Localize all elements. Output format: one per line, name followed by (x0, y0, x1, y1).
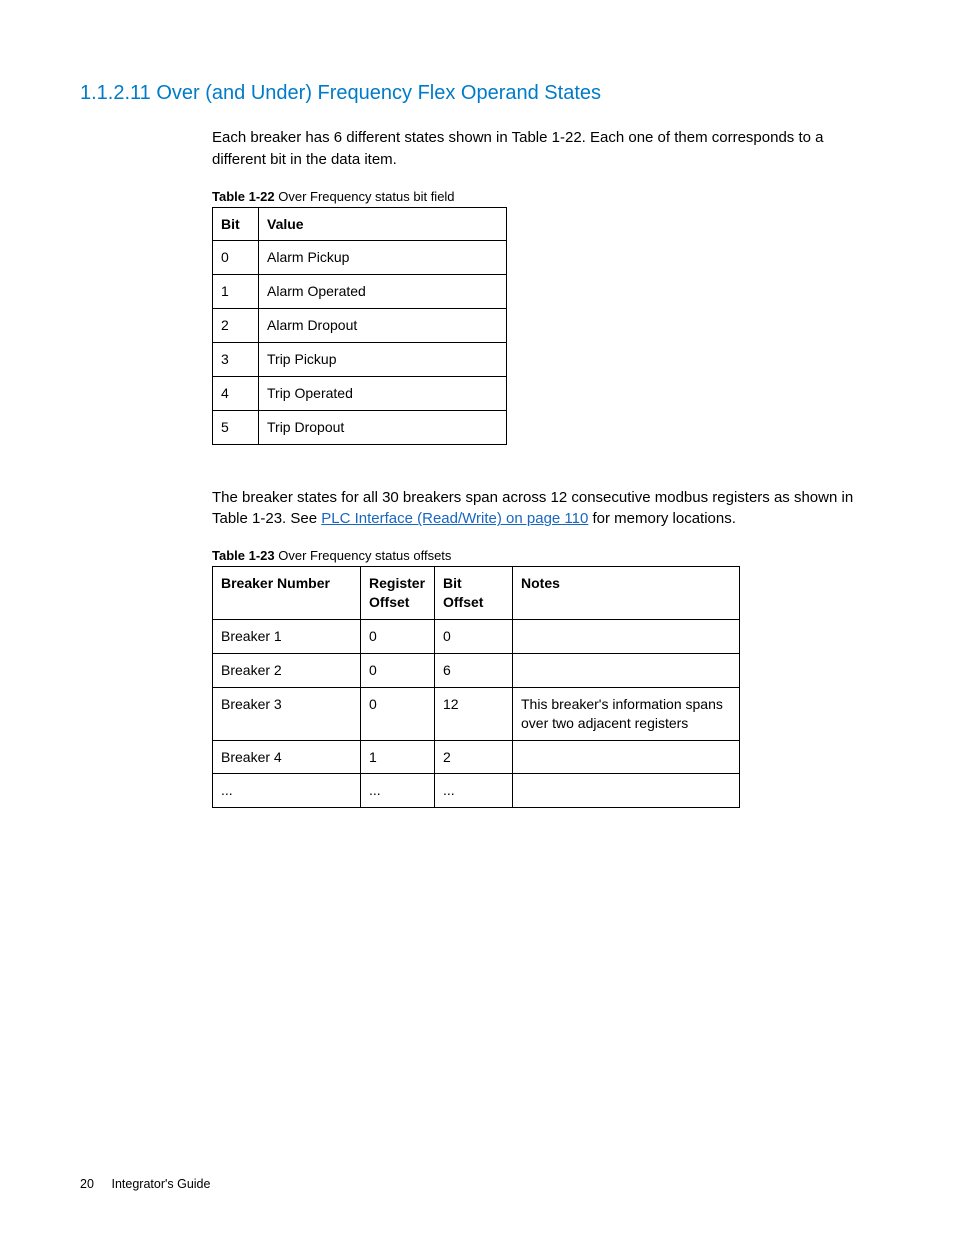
table-cell: 6 (435, 653, 513, 687)
table-row: Breaker 412 (213, 740, 740, 774)
table-row: Breaker 206 (213, 653, 740, 687)
table-cell: ... (213, 774, 361, 808)
footer-label: Integrator's Guide (111, 1177, 210, 1191)
table-22-caption-label: Table 1-22 (212, 189, 275, 204)
table-cell: 0 (213, 241, 259, 275)
table-cell: Alarm Dropout (259, 309, 507, 343)
table-cell: 0 (361, 620, 435, 654)
page-number: 20 (80, 1177, 108, 1191)
paragraph-text: for memory locations. (588, 510, 736, 527)
table-22-caption: Table 1-22 Over Frequency status bit fie… (212, 189, 874, 204)
table-cell: 2 (435, 740, 513, 774)
table-cell: Breaker 3 (213, 687, 361, 740)
table-cell: Alarm Pickup (259, 241, 507, 275)
table-cell: Breaker 4 (213, 740, 361, 774)
table-row: Breaker Number Register Offset Bit Offse… (213, 567, 740, 620)
table-row: Breaker 3012This breaker's information s… (213, 687, 740, 740)
table-cell: 3 (213, 343, 259, 377)
table-cell (513, 774, 740, 808)
table-row: 2Alarm Dropout (213, 309, 507, 343)
table-cell: ... (361, 774, 435, 808)
table-header: Register Offset (361, 567, 435, 620)
section-heading: 1.1.2.11 Over (and Under) Frequency Flex… (80, 82, 874, 105)
plc-interface-link[interactable]: PLC Interface (Read/Write) on page 110 (321, 510, 588, 527)
page-footer: 20 Integrator's Guide (80, 1177, 210, 1191)
table-cell: 5 (213, 410, 259, 444)
table-cell: ... (435, 774, 513, 808)
table-row: 3Trip Pickup (213, 343, 507, 377)
table-row: 0Alarm Pickup (213, 241, 507, 275)
table-row: Bit Value (213, 207, 507, 241)
table-23: Breaker Number Register Offset Bit Offse… (212, 566, 740, 808)
table-cell: 1 (361, 740, 435, 774)
table-cell: Trip Dropout (259, 410, 507, 444)
table-cell: Trip Operated (259, 376, 507, 410)
paragraph-registers: The breaker states for all 30 breakers s… (212, 487, 874, 531)
table-row: 5Trip Dropout (213, 410, 507, 444)
table-cell: 12 (435, 687, 513, 740)
table-row: ......... (213, 774, 740, 808)
paragraph-intro: Each breaker has 6 different states show… (212, 127, 874, 171)
table-cell: 2 (213, 309, 259, 343)
table-row: Breaker 100 (213, 620, 740, 654)
table-22-caption-text: Over Frequency status bit field (275, 189, 455, 204)
table-header: Bit Offset (435, 567, 513, 620)
table-header: Value (259, 207, 507, 241)
table-row: 4Trip Operated (213, 376, 507, 410)
table-23-caption-label: Table 1-23 (212, 548, 275, 563)
table-cell (513, 653, 740, 687)
table-header: Bit (213, 207, 259, 241)
table-cell: Breaker 1 (213, 620, 361, 654)
table-cell: 4 (213, 376, 259, 410)
table-23-caption: Table 1-23 Over Frequency status offsets (212, 548, 874, 563)
table-header: Breaker Number (213, 567, 361, 620)
table-cell: 1 (213, 275, 259, 309)
table-row: 1Alarm Operated (213, 275, 507, 309)
table-cell (513, 620, 740, 654)
table-cell: 0 (361, 653, 435, 687)
table-cell: Alarm Operated (259, 275, 507, 309)
table-cell: Trip Pickup (259, 343, 507, 377)
table-cell (513, 740, 740, 774)
table-cell: This breaker's information spans over tw… (513, 687, 740, 740)
table-cell: 0 (435, 620, 513, 654)
table-cell: Breaker 2 (213, 653, 361, 687)
table-header: Notes (513, 567, 740, 620)
table-23-caption-text: Over Frequency status offsets (275, 548, 452, 563)
table-cell: 0 (361, 687, 435, 740)
table-22: Bit Value 0Alarm Pickup 1Alarm Operated … (212, 207, 507, 445)
